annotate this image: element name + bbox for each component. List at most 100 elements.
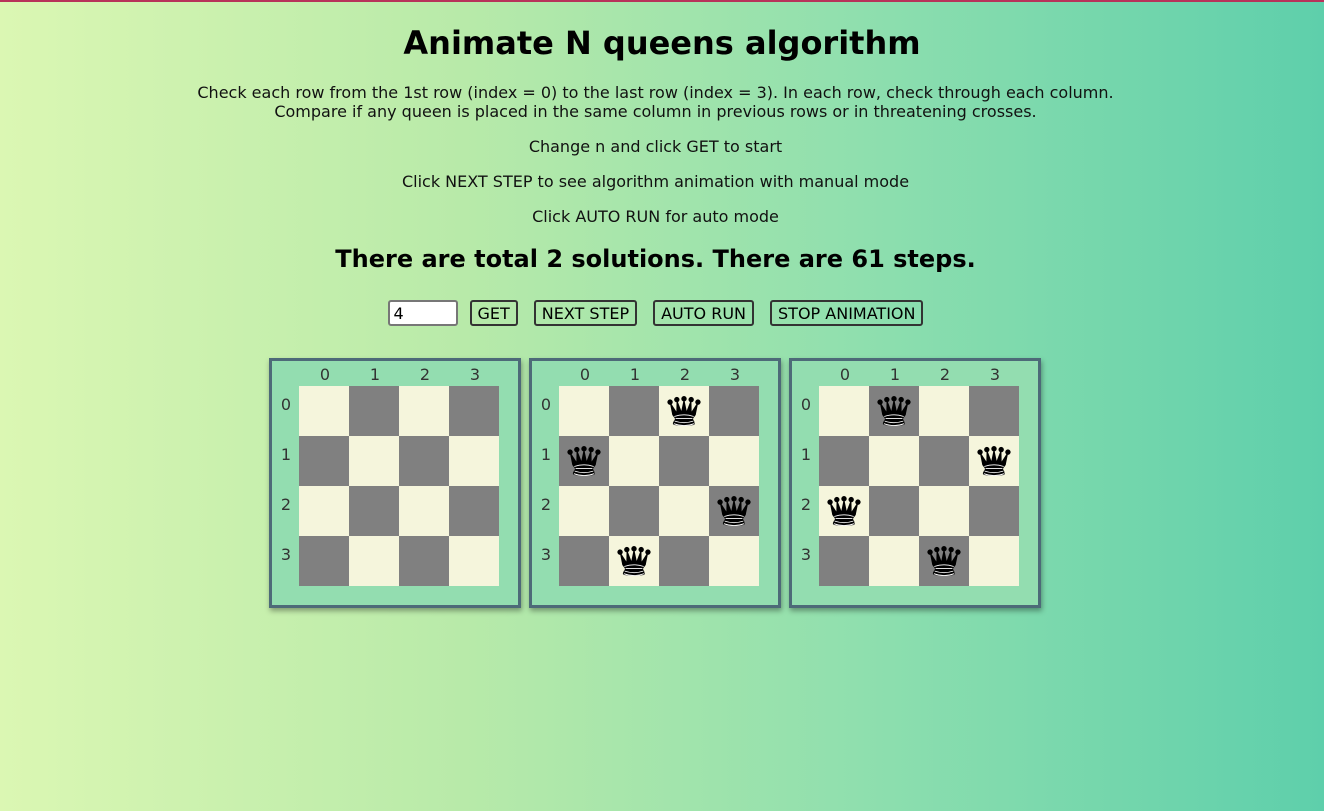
board-grid: [819, 386, 1019, 586]
row-label: 2: [280, 495, 292, 514]
board-cell: [399, 436, 449, 486]
board-cell: [819, 386, 869, 436]
column-label: 0: [319, 365, 331, 384]
board-cell: [559, 536, 609, 586]
row-label: 0: [800, 395, 812, 414]
get-button[interactable]: GET: [469, 300, 518, 326]
column-label: 3: [729, 365, 741, 384]
row-label: 3: [800, 545, 812, 564]
board-cell: [869, 486, 919, 536]
board-cell: [609, 436, 659, 486]
board-cell: [299, 386, 349, 436]
row-label: 2: [800, 495, 812, 514]
board-cell: [559, 436, 609, 486]
queen-icon: [615, 542, 653, 580]
board-cell: [399, 536, 449, 586]
instruction-line-1: Check each row from the 1st row (index =…: [197, 83, 1114, 102]
board-cell: [659, 536, 709, 586]
board-cell: [919, 386, 969, 436]
instruction-line-4: Click NEXT STEP to see algorithm animati…: [401, 172, 910, 191]
board-cell: [709, 536, 759, 586]
controls-bar: GET NEXT STEP AUTO RUN STOP ANIMATION: [0, 300, 1311, 326]
column-label: 0: [839, 365, 851, 384]
column-label: 1: [629, 365, 641, 384]
board-cell: [819, 436, 869, 486]
queen-icon: [565, 442, 603, 480]
board-cell: [659, 486, 709, 536]
board-cell: [969, 436, 1019, 486]
board-cell: [709, 486, 759, 536]
board-cell: [349, 536, 399, 586]
board-cell: [399, 486, 449, 536]
board-cell: [349, 386, 399, 436]
row-label: 2: [540, 495, 552, 514]
queen-icon: [925, 542, 963, 580]
board-cell: [919, 486, 969, 536]
row-label: 1: [280, 445, 292, 464]
board-cell: [399, 386, 449, 436]
auto-run-button[interactable]: AUTO RUN: [653, 300, 755, 326]
column-label: 1: [889, 365, 901, 384]
row-label: 3: [280, 545, 292, 564]
board-cell: [869, 386, 919, 436]
board-cell: [349, 486, 399, 536]
column-label: 2: [419, 365, 431, 384]
board-cell: [449, 436, 499, 486]
chessboard-0: 0 1 2 3 0 1 2 3: [269, 358, 521, 608]
board-grid: [559, 386, 759, 586]
board-cell: [709, 436, 759, 486]
board-cell: [299, 536, 349, 586]
column-label: 3: [989, 365, 1001, 384]
instruction-line-3: Change n and click GET to start: [528, 137, 783, 156]
row-label: 3: [540, 545, 552, 564]
board-cell: [869, 436, 919, 486]
board-grid: [299, 386, 499, 586]
board-cell: [969, 536, 1019, 586]
queen-icon: [825, 492, 863, 530]
column-label: 2: [679, 365, 691, 384]
chessboard-2: 0 1 2 3 0 1 2 3: [789, 358, 1041, 608]
row-label: 0: [280, 395, 292, 414]
row-label: 1: [800, 445, 812, 464]
board-cell: [919, 536, 969, 586]
board-cell: [449, 536, 499, 586]
row-label: 0: [540, 395, 552, 414]
queen-icon: [715, 492, 753, 530]
board-cell: [609, 536, 659, 586]
row-label: 1: [540, 445, 552, 464]
solutions-summary: There are total 2 solutions. There are 6…: [335, 245, 976, 273]
board-cell: [559, 486, 609, 536]
board-cell: [969, 486, 1019, 536]
column-labels: 0 1 2 3: [820, 365, 1020, 384]
board-cell: [969, 386, 1019, 436]
next-step-button[interactable]: NEXT STEP: [533, 300, 638, 326]
row-labels: 0 1 2 3: [796, 386, 816, 586]
board-cell: [609, 486, 659, 536]
board-cell: [299, 486, 349, 536]
board-cell: [819, 536, 869, 586]
board-cell: [559, 386, 609, 436]
board-cell: [349, 436, 399, 486]
chessboard-1: 0 1 2 3 0 1 2 3: [529, 358, 781, 608]
column-label: 3: [469, 365, 481, 384]
queen-icon: [875, 392, 913, 430]
column-labels: 0 1 2 3: [560, 365, 760, 384]
board-cell: [919, 436, 969, 486]
page-title: Animate N queens algorithm: [403, 24, 921, 62]
board-cell: [659, 386, 709, 436]
boards-container: 0 1 2 3 0 1 2 3 0 1 2 3 0 1 2 3 0 1 2 3 0 1 2 3: [269, 358, 1041, 608]
n-input[interactable]: [387, 300, 458, 326]
stop-animation-button[interactable]: STOP ANIMATION: [770, 300, 924, 326]
board-cell: [299, 436, 349, 486]
queen-icon: [975, 442, 1013, 480]
instruction-line-5: Click AUTO RUN for auto mode: [532, 207, 779, 226]
board-cell: [659, 436, 709, 486]
column-label: 0: [579, 365, 591, 384]
board-cell: [869, 536, 919, 586]
column-label: 1: [369, 365, 381, 384]
board-cell: [609, 386, 659, 436]
board-cell: [449, 386, 499, 436]
queen-icon: [665, 392, 703, 430]
board-cell: [449, 486, 499, 536]
column-label: 2: [939, 365, 951, 384]
